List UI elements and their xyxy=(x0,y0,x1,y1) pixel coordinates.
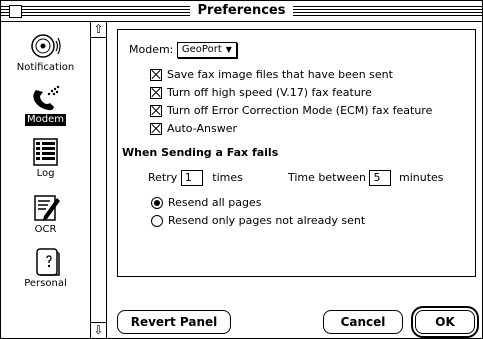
panel-label: Personal xyxy=(24,278,67,289)
popup-arrow-icon: ▼ xyxy=(225,45,232,54)
between-field[interactable]: 5 xyxy=(369,170,392,186)
radio-label: Resend only pages not already sent xyxy=(168,214,366,227)
between-row: Time between 5 minutes xyxy=(288,170,444,186)
preferences-window: Preferences Notification Modem Log OCR P… xyxy=(0,0,483,339)
revert-panel-button[interactable]: Revert Panel xyxy=(117,310,231,334)
log-icon xyxy=(32,138,58,166)
cancel-button[interactable]: Cancel xyxy=(323,310,403,334)
panel-item-notification[interactable]: Notification xyxy=(1,30,90,74)
modem-row: Modem: GeoPort ▼ xyxy=(129,42,237,58)
minutes-label: minutes xyxy=(398,171,444,184)
modem-settings-panel: Modem: GeoPort ▼ Save fax image files tha… xyxy=(117,29,476,277)
retry-row: Retry 1 times xyxy=(148,170,243,186)
option-save-fax[interactable]: Save fax image files that have been sent xyxy=(150,68,393,81)
checkbox[interactable] xyxy=(150,69,162,81)
scroll-up-arrow-icon[interactable]: ⇧ xyxy=(91,22,106,38)
checkbox[interactable] xyxy=(150,123,162,135)
radio-resend-all[interactable]: Resend all pages xyxy=(151,196,261,209)
checkbox[interactable] xyxy=(150,87,162,99)
panel-item-log[interactable]: Log xyxy=(1,136,90,180)
phone-icon xyxy=(32,85,59,111)
checkbox[interactable] xyxy=(150,105,162,117)
radio-resend-unsent[interactable]: Resend only pages not already sent xyxy=(151,214,365,227)
ok-button[interactable]: OK xyxy=(415,310,475,334)
panel-list: Notification Modem Log OCR Personal xyxy=(1,22,91,338)
radio-button[interactable] xyxy=(151,215,163,227)
panel-item-personal[interactable]: Personal xyxy=(1,246,90,290)
option-ecm[interactable]: Turn off Error Correction Mode (ECM) fax… xyxy=(150,104,432,117)
modem-label: Modem: xyxy=(129,43,174,56)
fax-fails-heading: When Sending a Fax fails xyxy=(122,146,279,159)
panel-list-scrollbar[interactable]: ⇧ ⇩ xyxy=(91,22,107,338)
checkbox-label: Auto-Answer xyxy=(167,122,237,135)
checkbox-label: Turn off high speed (V.17) fax feature xyxy=(167,86,372,99)
radio-button[interactable] xyxy=(151,197,163,209)
speaker-icon xyxy=(30,34,61,58)
panel-label: Notification xyxy=(16,62,75,73)
checkbox-label: Turn off Error Correction Mode (ECM) fax… xyxy=(167,104,433,117)
option-auto-answer[interactable]: Auto-Answer xyxy=(150,122,237,135)
window-title: Preferences xyxy=(189,2,294,20)
panel-label: OCR xyxy=(34,224,57,235)
panel-item-modem[interactable]: Modem xyxy=(1,84,90,126)
option-high-speed[interactable]: Turn off high speed (V.17) fax feature xyxy=(150,86,372,99)
ocr-icon xyxy=(33,195,60,221)
between-label: Time between xyxy=(288,171,366,184)
retry-label: Retry xyxy=(148,171,178,184)
radio-label: Resend all pages xyxy=(168,196,262,209)
panel-label: Modem xyxy=(25,114,66,126)
panel-label: Log xyxy=(36,168,55,179)
close-box[interactable] xyxy=(9,5,22,18)
retry-field[interactable]: 1 xyxy=(180,170,203,186)
panel-item-ocr[interactable]: OCR xyxy=(1,192,90,236)
checkbox-label: Save fax image files that have been sent xyxy=(167,68,393,81)
times-label: times xyxy=(212,171,243,184)
modem-popup-value: GeoPort xyxy=(181,44,222,55)
scroll-down-arrow-icon[interactable]: ⇩ xyxy=(91,322,106,338)
personal-icon xyxy=(35,248,60,276)
title-bar[interactable]: Preferences xyxy=(1,1,482,22)
modem-popup[interactable]: GeoPort ▼ xyxy=(176,42,237,58)
